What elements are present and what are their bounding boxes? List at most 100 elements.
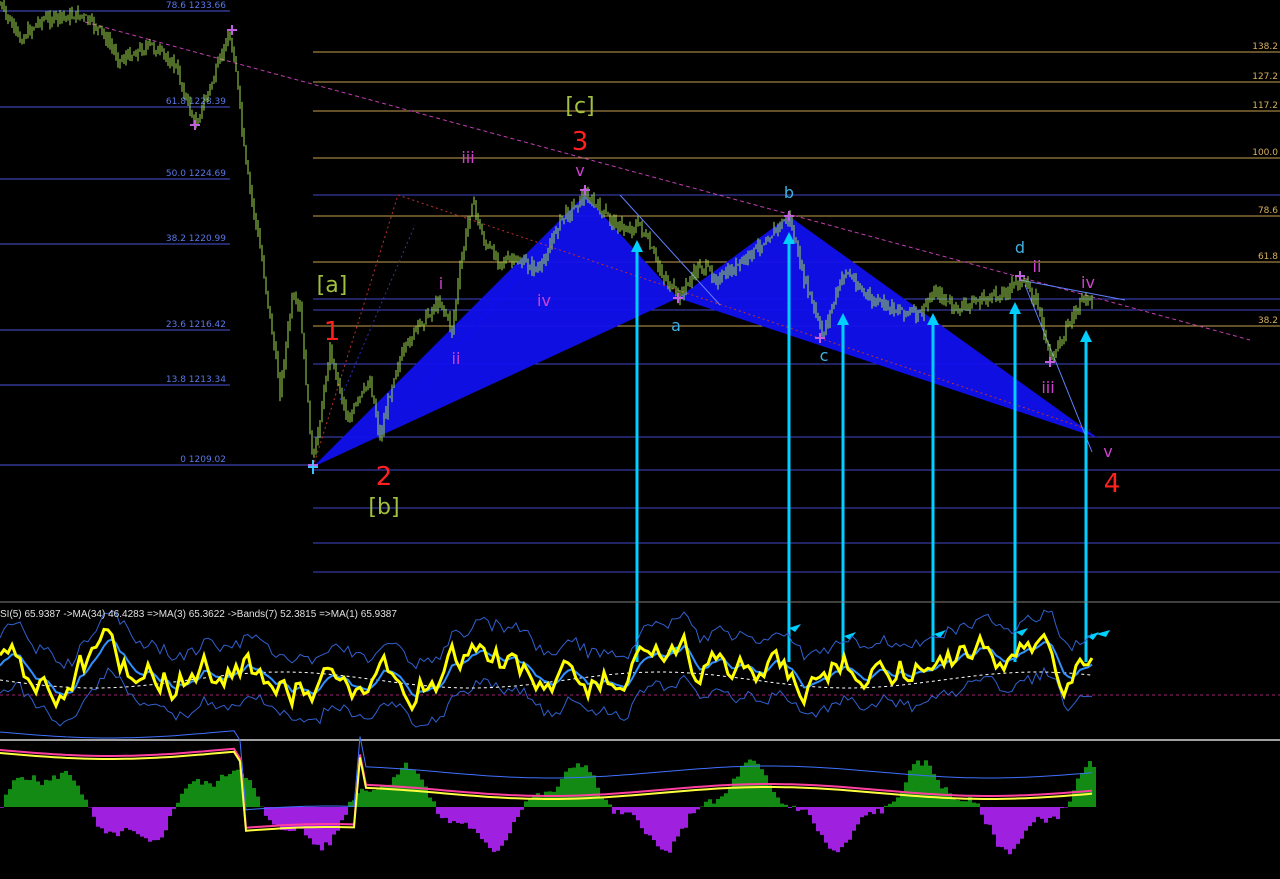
- histogram-bar-negative: [300, 807, 304, 829]
- histogram-bar-negative: [672, 807, 676, 842]
- histogram-bar-negative: [1000, 807, 1004, 848]
- histogram-bar-positive: [432, 801, 436, 807]
- harmonic-pattern: [313, 195, 1098, 467]
- histogram-bar-positive: [960, 801, 964, 807]
- histogram-bar-positive: [768, 785, 772, 807]
- histogram-bar-negative: [500, 807, 504, 846]
- histogram-bar-positive: [704, 801, 708, 807]
- histogram-bar-negative: [668, 807, 672, 853]
- histogram-bar-positive: [604, 799, 608, 807]
- histogram-bar-negative: [480, 807, 484, 840]
- histogram-bar-positive: [192, 781, 196, 807]
- histogram-bar-negative: [456, 807, 460, 823]
- histogram-bar-negative: [676, 807, 680, 837]
- histogram-bar-positive: [64, 770, 68, 807]
- histogram-bar-negative: [848, 807, 852, 840]
- histogram-bar-positive: [772, 791, 776, 807]
- histogram-bar-positive: [392, 777, 396, 807]
- wave-label-v: v: [575, 161, 584, 180]
- histogram-bar-negative: [1028, 807, 1032, 827]
- histogram-bar-negative: [988, 807, 992, 825]
- histogram-bar-positive: [584, 765, 588, 807]
- wave-label-iv: iv: [537, 291, 551, 310]
- histogram-bar-negative: [484, 807, 488, 843]
- histogram-bar-positive: [220, 774, 224, 807]
- histogram-bar-negative: [148, 807, 152, 842]
- wave-label-iv-2: iv: [1081, 273, 1095, 292]
- histogram-bar-negative: [820, 807, 824, 835]
- histogram-bar-positive: [912, 764, 916, 807]
- histogram-bar-negative: [832, 807, 836, 851]
- trading-chart[interactable]: 78.6 1233.66 61.8 1228.39 50.0 1224.69 38.2…: [0, 0, 1280, 879]
- histogram-bar-positive: [56, 778, 60, 807]
- divergence-arrow-head: [1080, 330, 1092, 342]
- wave-label-a-bracket: [a]: [317, 273, 348, 298]
- histogram-bar-positive: [360, 788, 364, 807]
- wave-label-iii: iii: [461, 148, 474, 167]
- histogram-bar-negative: [132, 807, 136, 832]
- histogram-bar-negative: [636, 807, 640, 821]
- histogram-bar-negative: [612, 807, 616, 814]
- histogram-bar-negative: [136, 807, 140, 835]
- histogram-bar-negative: [448, 807, 452, 824]
- histogram-bar-positive: [776, 797, 780, 807]
- histogram-bar-negative: [1044, 807, 1048, 823]
- histogram-bar-negative: [508, 807, 512, 834]
- histogram-bar-negative: [844, 807, 848, 843]
- histogram-bar-negative: [268, 807, 272, 821]
- histogram-bar-positive: [888, 803, 892, 807]
- histogram-bar-negative: [788, 807, 792, 808]
- histogram-bar-positive: [208, 783, 212, 807]
- histogram-bar-positive: [784, 804, 788, 807]
- histogram-bar-positive: [764, 775, 768, 807]
- histogram-bar-negative: [460, 807, 464, 824]
- fib-left-label: 0 1209.02: [180, 455, 226, 465]
- histogram-bar-negative: [96, 807, 100, 827]
- histogram-panel: [0, 730, 1096, 855]
- histogram-bar-negative: [340, 807, 344, 821]
- histogram-bar-positive: [592, 775, 596, 807]
- histogram-bar-positive: [1092, 766, 1096, 807]
- histogram-bar-positive: [40, 785, 44, 807]
- histogram-bar-negative: [512, 807, 516, 823]
- histogram-bar-negative: [1020, 807, 1024, 839]
- histogram-bar-negative: [312, 807, 316, 845]
- wave-label-2: 2: [376, 462, 393, 492]
- histogram-bar-negative: [272, 807, 276, 825]
- histogram-bar-positive: [908, 770, 912, 807]
- histogram-bar-negative: [852, 807, 856, 831]
- histogram-bar-negative: [0, 807, 4, 808]
- histogram-bar-positive: [216, 780, 220, 807]
- histogram-bar-positive: [48, 780, 52, 807]
- histogram-bar-negative: [644, 807, 648, 835]
- wave-label-a: a: [671, 316, 681, 335]
- histogram-bar-positive: [560, 778, 564, 807]
- wave-label-b: b: [784, 183, 794, 202]
- histogram-bar-positive: [76, 785, 80, 807]
- fib-ext-label: 138.2: [1252, 42, 1278, 52]
- histogram-bar-negative: [104, 807, 108, 834]
- osc-marker: [1096, 630, 1110, 637]
- histogram-bar-positive: [756, 763, 760, 807]
- histogram-bar-positive: [256, 796, 260, 807]
- histogram-bar-positive: [232, 770, 236, 807]
- histogram-bar-negative: [664, 807, 668, 851]
- histogram-bar-negative: [284, 807, 288, 831]
- histogram-bar-positive: [708, 799, 712, 807]
- histogram-bar-negative: [436, 807, 440, 814]
- histogram-bar-negative: [156, 807, 160, 841]
- histogram-bar-negative: [516, 807, 520, 817]
- histogram-bar-positive: [532, 795, 536, 807]
- harmonic-triangle-3: [678, 216, 1098, 438]
- histogram-bar-positive: [568, 768, 572, 807]
- histogram-bar-positive: [760, 769, 764, 807]
- histogram-bar-positive: [12, 780, 16, 807]
- histogram-bar-negative: [108, 807, 112, 832]
- histogram-bar-negative: [800, 807, 804, 810]
- histogram-bar-negative: [504, 807, 508, 841]
- fib-ext-label: 117.2: [1252, 101, 1278, 111]
- histogram-bar-negative: [1052, 807, 1056, 817]
- histogram-bar-positive: [896, 797, 900, 807]
- indicator-header: SI(5) 65.9387 ->MA(34) 46.4283 =>MA(3) 6…: [0, 609, 397, 620]
- histogram-bar-negative: [840, 807, 844, 848]
